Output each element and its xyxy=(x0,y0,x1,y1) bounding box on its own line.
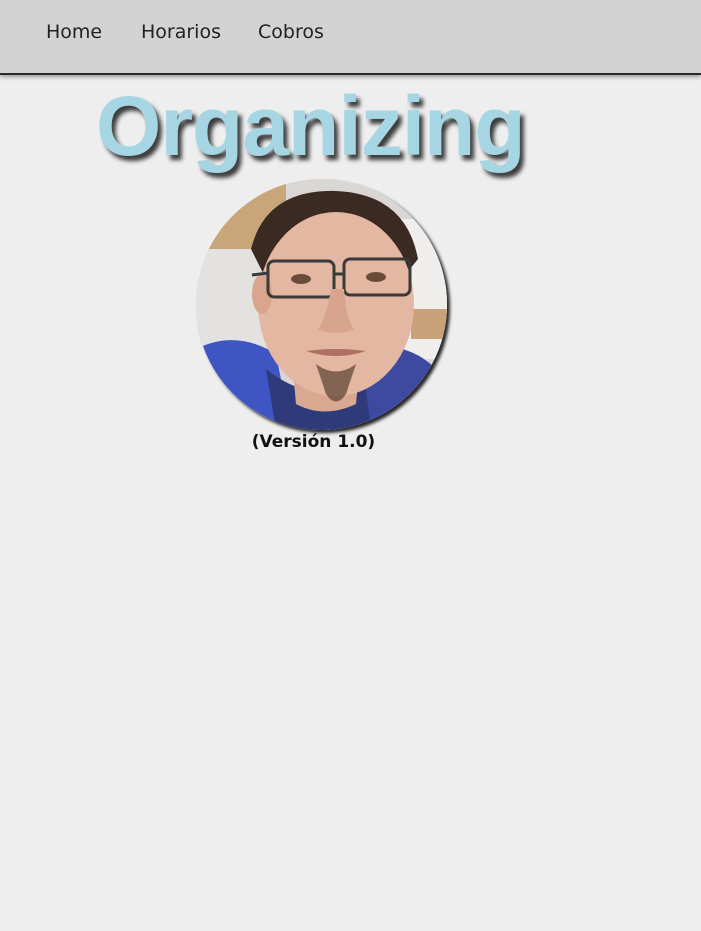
avatar-photo xyxy=(196,179,447,430)
nav-home-link[interactable]: Home xyxy=(46,21,102,43)
nav-horarios-link[interactable]: Horarios xyxy=(141,21,221,43)
top-navbar: Home Horarios Cobros xyxy=(0,0,701,75)
page-title: Organizing xyxy=(96,79,526,173)
profile-avatar xyxy=(196,179,447,430)
version-label: (Versión 1.0) xyxy=(251,432,376,452)
nav-cobros-link[interactable]: Cobros xyxy=(258,21,324,43)
